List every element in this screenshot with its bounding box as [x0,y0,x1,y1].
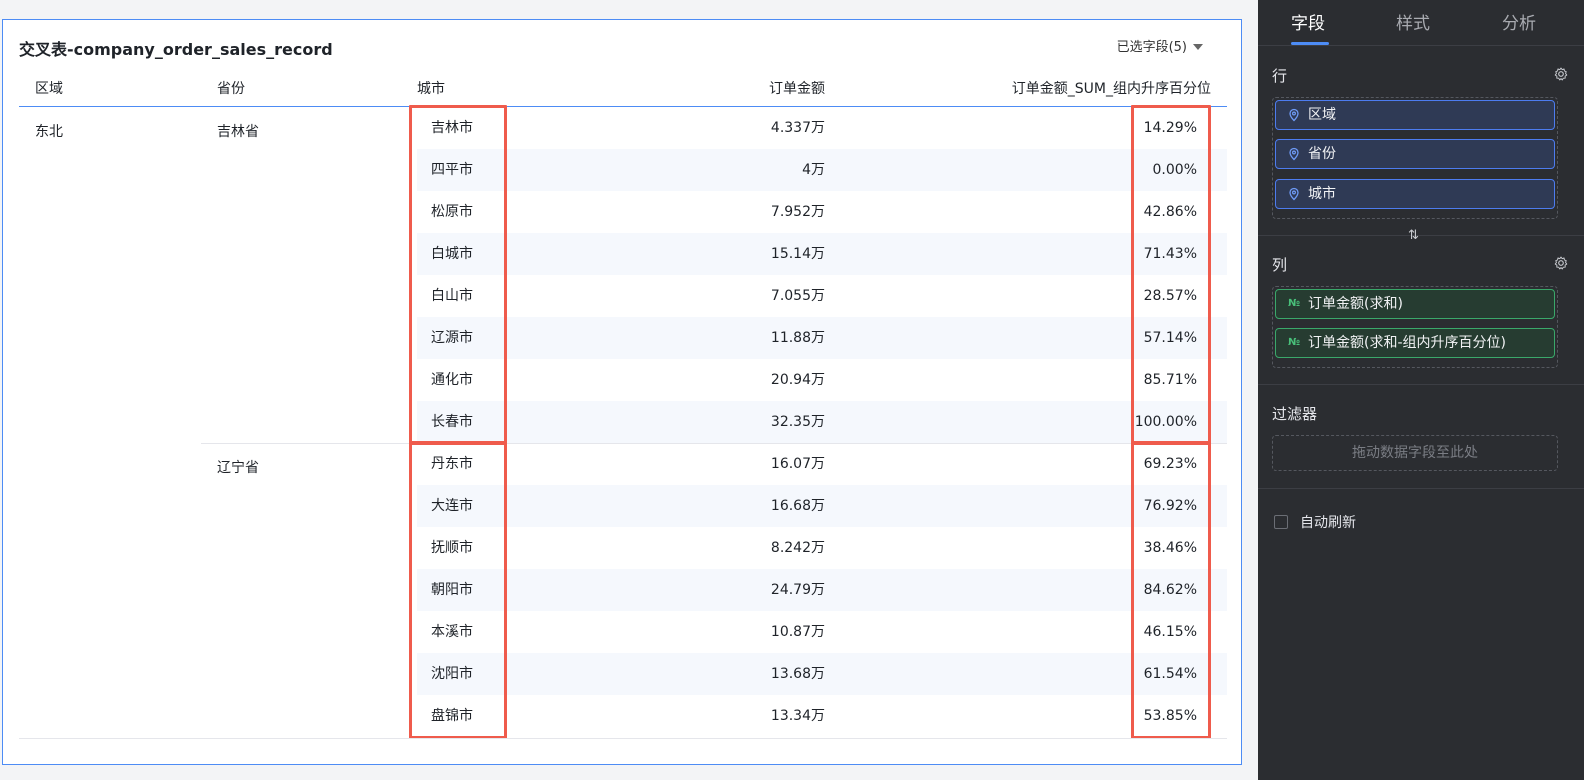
location-pin-icon [1289,187,1299,201]
table-row[interactable]: 本溪市 10.87万 46.15% [417,611,1227,653]
table-row[interactable]: 吉林市 4.337万 14.29% [417,107,1227,149]
canvas-area: 交叉表-company_order_sales_record 已选字段(5) 区… [0,0,1258,780]
row-field-label: 省份 [1308,146,1336,162]
measure-icon: № [1288,298,1301,309]
amount-cell: 13.34万 [770,708,825,724]
province-label: 辽宁省 [217,460,259,476]
chart-title: 交叉表-company_order_sales_record [19,40,333,59]
table-row[interactable]: 大连市 16.68万 76.92% [417,485,1227,527]
table-bottom-border [19,738,1227,739]
header-percentile[interactable]: 订单金额_SUM_组内升序百分位 [1012,71,1211,107]
row-field-city[interactable]: 城市 [1275,179,1555,209]
amount-cell: 24.79万 [770,582,825,598]
amount-cell: 7.055万 [770,288,825,304]
table-row[interactable]: 松原市 7.952万 42.86% [417,191,1227,233]
filter-drop-zone[interactable]: 拖动数据字段至此处 [1272,435,1558,471]
row-field-label: 城市 [1308,186,1336,202]
table-body: 东北 吉林省 吉林市 4.337万 14.29% 四平市 4万 0.00% 松原市 7.952万… [19,105,1227,757]
tab-fields[interactable]: 字段 [1291,9,1325,34]
amount-cell: 4.337万 [770,120,825,136]
amount-cell: 8.242万 [770,540,825,556]
row-field-region[interactable]: 区域 [1275,100,1555,130]
amount-cell: 4万 [802,162,825,178]
panel-tabs: 字段 样式 分析 [1258,0,1584,46]
location-pin-icon [1289,147,1299,161]
percentile-highlight-box [1131,441,1211,739]
tab-style[interactable]: 样式 [1396,9,1430,34]
config-panel: 字段 样式 分析 行 区域 省份 城市 ⇅ 列 № 订单金额(求和) № 订单金… [1258,0,1584,780]
amount-cell: 11.88万 [770,330,825,346]
amount-cell: 16.68万 [770,498,825,514]
table-row[interactable]: 辽源市 11.88万 57.14% [417,317,1227,359]
columns-drop-zone[interactable]: № 订单金额(求和) № 订单金额(求和-组内升序百分位) [1272,286,1558,368]
swap-rows-columns-icon[interactable]: ⇅ [1408,228,1419,243]
table-row[interactable]: 长春市 32.35万 100.00% [417,401,1227,443]
col-field-label: 订单金额(求和-组内升序百分位) [1308,335,1506,351]
selected-fields-dropdown[interactable]: 已选字段(5) [1117,36,1203,55]
col-field-label: 订单金额(求和) [1308,296,1403,312]
province-label: 吉林省 [217,124,259,140]
col-field-amount-sum[interactable]: № 订单金额(求和) [1275,289,1555,319]
percentile-highlight-box [1131,105,1211,445]
table-row[interactable]: 通化市 20.94万 85.71% [417,359,1227,401]
gear-icon[interactable] [1554,256,1568,270]
table-row[interactable]: 白城市 15.14万 71.43% [417,233,1227,275]
amount-cell: 7.952万 [770,204,825,220]
auto-refresh-label: 自动刷新 [1300,515,1356,531]
row-field-province[interactable]: 省份 [1275,139,1555,169]
amount-cell: 10.87万 [770,624,825,640]
header-amount[interactable]: 订单金额 [769,71,825,107]
caret-down-icon [1193,44,1203,50]
section-divider [1258,488,1584,489]
amount-cell: 20.94万 [770,372,825,388]
section-divider [1258,384,1584,385]
gear-icon[interactable] [1554,67,1568,81]
amount-cell: 13.68万 [770,666,825,682]
active-tab-indicator [1291,42,1329,45]
region-cell: 东北 [19,107,201,745]
table-row[interactable]: 朝阳市 24.79万 84.62% [417,569,1227,611]
header-city[interactable]: 城市 [417,71,445,107]
table-row[interactable]: 丹东市 16.07万 69.23% [417,443,1227,485]
crosstab-card[interactable]: 交叉表-company_order_sales_record 已选字段(5) 区… [2,19,1242,765]
city-highlight-box [409,105,507,445]
table-header: 区域 省份 城市 订单金额 订单金额_SUM_组内升序百分位 [19,71,1227,107]
header-province[interactable]: 省份 [217,71,245,107]
rows-section-title: 行 [1272,67,1288,85]
rows-drop-zone[interactable]: 区域 省份 城市 [1272,97,1558,219]
columns-section-title: 列 [1272,256,1288,274]
measure-icon: № [1288,337,1301,348]
filter-placeholder: 拖动数据字段至此处 [1352,445,1478,461]
header-region[interactable]: 区域 [35,71,63,107]
section-divider [1258,235,1584,236]
row-field-label: 区域 [1308,107,1336,123]
table-row[interactable]: 四平市 4万 0.00% [417,149,1227,191]
tab-analysis[interactable]: 分析 [1502,9,1536,34]
table-row[interactable]: 沈阳市 13.68万 61.54% [417,653,1227,695]
selected-fields-label: 已选字段(5) [1116,40,1187,55]
table-row[interactable]: 抚顺市 8.242万 38.46% [417,527,1227,569]
amount-cell: 32.35万 [770,414,825,430]
city-highlight-box [409,441,507,739]
table-row[interactable]: 盘锦市 13.34万 53.85% [417,695,1227,737]
location-pin-icon [1289,108,1299,122]
table-row[interactable]: 白山市 7.055万 28.57% [417,275,1227,317]
filter-section-title: 过滤器 [1272,405,1318,423]
amount-cell: 16.07万 [770,456,825,472]
col-field-amount-percentile[interactable]: № 订单金额(求和-组内升序百分位) [1275,328,1555,358]
region-label: 东北 [35,124,63,140]
amount-cell: 15.14万 [770,246,825,262]
auto-refresh-checkbox[interactable] [1274,515,1288,529]
